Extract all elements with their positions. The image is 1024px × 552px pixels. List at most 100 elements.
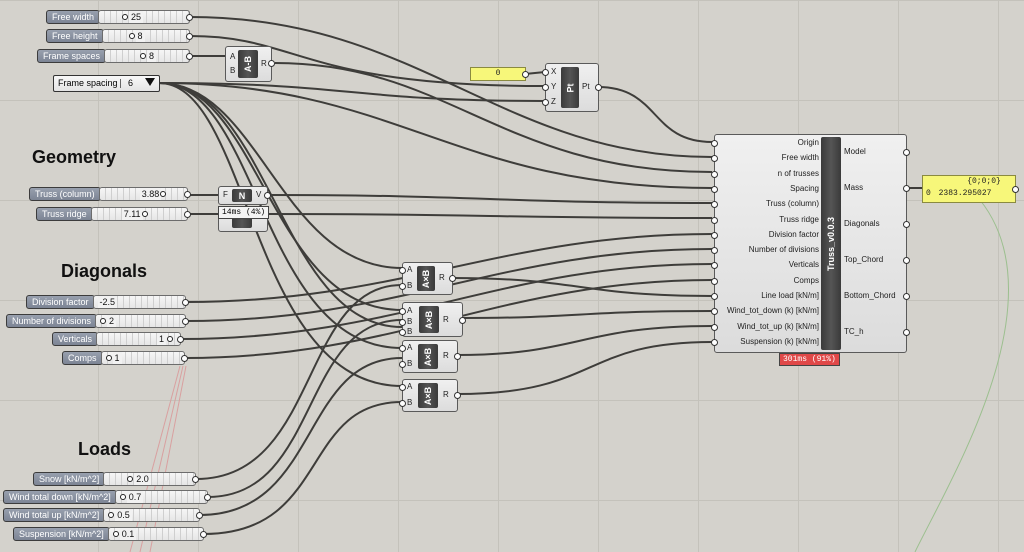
slider-knob[interactable] bbox=[159, 191, 166, 197]
slider-wind-total-up[interactable]: Wind total up [kN/m^2] 0.5 bbox=[3, 508, 203, 522]
truss-input-grip[interactable] bbox=[711, 262, 718, 270]
slider-knob[interactable] bbox=[141, 211, 148, 217]
slider-free-width[interactable]: Free width 25 bbox=[46, 10, 193, 24]
truss-input-grip[interactable] bbox=[711, 201, 718, 209]
slider-track[interactable]: -2.5 bbox=[92, 295, 189, 309]
output-grip[interactable] bbox=[454, 392, 461, 399]
truss-input-grip[interactable] bbox=[711, 277, 718, 285]
input-grip[interactable] bbox=[399, 400, 406, 407]
output-grip[interactable] bbox=[522, 71, 529, 78]
slider-knob[interactable] bbox=[112, 531, 119, 537]
slider-track[interactable]: 8 bbox=[101, 29, 193, 43]
slider-track[interactable]: 7.11 bbox=[90, 207, 191, 221]
output-grip[interactable] bbox=[192, 476, 199, 483]
output-grip[interactable] bbox=[182, 318, 189, 325]
slider-knob[interactable] bbox=[119, 494, 126, 500]
input-grip[interactable] bbox=[399, 345, 406, 352]
slider-knob[interactable] bbox=[108, 512, 115, 518]
output-grip[interactable] bbox=[177, 336, 184, 343]
multiplication-component[interactable]: A B B A×B R bbox=[399, 302, 466, 337]
slider-track[interactable]: 0.1 bbox=[107, 527, 207, 541]
output-grip[interactable] bbox=[186, 33, 193, 40]
input-grip[interactable] bbox=[399, 361, 406, 368]
slider-track[interactable]: 3.88 bbox=[98, 187, 191, 201]
vector-component[interactable]: F N V bbox=[218, 186, 271, 205]
slider-track[interactable]: 25 bbox=[98, 10, 193, 24]
multiplication-component[interactable]: A B A×B R bbox=[399, 379, 461, 412]
multiplication-component[interactable]: A B A×B R bbox=[399, 262, 456, 295]
output-grip[interactable] bbox=[449, 275, 456, 282]
slider-snow[interactable]: Snow [kN/m^2] 2.0 bbox=[33, 472, 199, 486]
slider-track[interactable]: 0.7 bbox=[114, 490, 211, 504]
point-component[interactable]: X Y Z Pt Pt bbox=[542, 63, 602, 112]
input-grip[interactable] bbox=[399, 329, 406, 336]
slider-knob[interactable] bbox=[167, 336, 173, 342]
truss-input-grip[interactable] bbox=[711, 338, 718, 346]
output-grip[interactable] bbox=[181, 355, 188, 362]
truss-input-grip[interactable] bbox=[711, 216, 718, 224]
slider-suspension[interactable]: Suspension [kN/m^2] 0.1 bbox=[13, 527, 207, 541]
slider-track[interactable]: 1 bbox=[100, 351, 188, 365]
slider-knob[interactable] bbox=[100, 318, 107, 324]
slider-track[interactable]: 1 bbox=[96, 332, 184, 346]
output-grip[interactable] bbox=[184, 211, 191, 218]
truss-output-grip[interactable] bbox=[903, 149, 910, 156]
output-grip[interactable] bbox=[200, 531, 207, 538]
value-panel[interactable]: 0 bbox=[470, 67, 529, 81]
truss-input-grip[interactable] bbox=[711, 185, 718, 193]
slider-knob[interactable] bbox=[140, 53, 147, 59]
slider-track[interactable]: 0.5 bbox=[103, 508, 203, 522]
output-grip[interactable] bbox=[264, 192, 271, 199]
slider-division-factor[interactable]: Division factor -2.5 bbox=[26, 295, 189, 309]
output-grip[interactable] bbox=[1012, 186, 1019, 193]
slider-knob[interactable] bbox=[128, 33, 135, 39]
slider-track[interactable]: 2 bbox=[95, 314, 189, 328]
truss-input-grip[interactable] bbox=[711, 155, 718, 163]
mass-panel[interactable]: {0;0;0} 0 2383.295027 bbox=[922, 175, 1019, 203]
slider-number-of-divisions[interactable]: Number of divisions 2 bbox=[6, 314, 189, 328]
output-grip[interactable] bbox=[182, 299, 189, 306]
output-grip[interactable] bbox=[204, 494, 211, 501]
truss-output-grip[interactable] bbox=[903, 293, 910, 300]
slider-frame-spaces[interactable]: Frame spaces 8 bbox=[37, 49, 193, 63]
truss-component[interactable]: Origin Free width n of trusses Spacing Truss… bbox=[711, 134, 910, 353]
output-grip[interactable] bbox=[196, 512, 203, 519]
truss-input-grip[interactable] bbox=[711, 323, 718, 331]
slider-free-height[interactable]: Free height 8 bbox=[46, 29, 193, 43]
input-grip[interactable] bbox=[399, 384, 406, 391]
output-grip[interactable] bbox=[184, 191, 191, 198]
truss-input-grip[interactable] bbox=[711, 293, 718, 300]
truss-output-grip[interactable] bbox=[903, 257, 910, 264]
slider-verticals[interactable]: Verticals 1 bbox=[52, 332, 184, 346]
slider-knob[interactable] bbox=[122, 14, 129, 20]
output-grip[interactable] bbox=[268, 60, 275, 67]
output-grip[interactable] bbox=[454, 353, 461, 360]
truss-input-grip[interactable] bbox=[711, 231, 718, 239]
chevron-down-icon[interactable] bbox=[145, 78, 155, 86]
input-grip[interactable] bbox=[399, 283, 406, 290]
slider-comps[interactable]: Comps 1 bbox=[62, 351, 188, 365]
slider-track[interactable]: 2.0 bbox=[103, 472, 199, 486]
slider-wind-total-down[interactable]: Wind total down [kN/m^2] 0.7 bbox=[3, 490, 211, 504]
output-grip[interactable] bbox=[186, 53, 193, 60]
truss-input-grip[interactable] bbox=[711, 170, 718, 178]
input-grip[interactable] bbox=[542, 99, 549, 106]
subtraction-component[interactable]: A B A-B R bbox=[225, 46, 275, 82]
input-grip[interactable] bbox=[399, 319, 406, 326]
truss-input-grip[interactable] bbox=[711, 308, 718, 316]
multiplication-component[interactable]: A B A×B R bbox=[399, 340, 461, 373]
slider-knob[interactable] bbox=[105, 355, 112, 361]
truss-output-grip[interactable] bbox=[903, 221, 910, 228]
slider-track[interactable]: 8 bbox=[104, 49, 193, 63]
output-grip[interactable] bbox=[459, 317, 466, 324]
frame-spacing-dropdown[interactable]: Frame spacing 6 bbox=[53, 75, 160, 92]
slider-knob[interactable] bbox=[127, 476, 134, 482]
input-grip[interactable] bbox=[542, 69, 549, 76]
output-grip[interactable] bbox=[186, 14, 193, 21]
input-grip[interactable] bbox=[399, 267, 406, 274]
input-grip[interactable] bbox=[542, 84, 549, 91]
truss-output-grip[interactable] bbox=[903, 329, 910, 336]
truss-input-grip[interactable] bbox=[711, 247, 718, 255]
slider-truss-ridge[interactable]: Truss ridge 7.11 bbox=[36, 207, 191, 221]
truss-input-grip[interactable] bbox=[711, 140, 718, 147]
